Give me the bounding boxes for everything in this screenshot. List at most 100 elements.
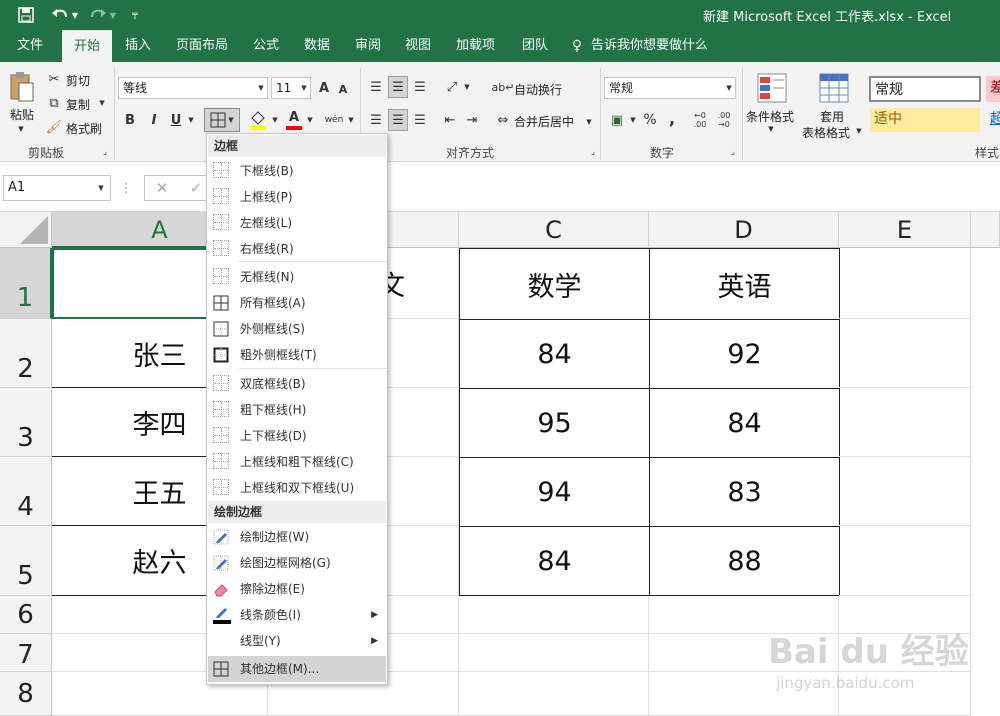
decrease-font-icon[interactable]: A	[336, 80, 350, 98]
phonetic-dropdown-icon[interactable]: ▼	[346, 114, 356, 126]
tab-data[interactable]: 数据	[304, 30, 330, 62]
cell-d5[interactable]: 88	[649, 526, 840, 596]
row-header-4[interactable]: 4	[0, 457, 52, 526]
align-left-icon[interactable]: ☰	[366, 109, 386, 131]
decrease-indent-icon[interactable]: ⇤	[440, 109, 460, 131]
menu-item-bottom-double-border[interactable]: 双底框线(B)	[208, 371, 386, 397]
cell-c3[interactable]: 95	[459, 388, 650, 458]
clipboard-launcher-icon[interactable]: ⌟	[100, 146, 110, 156]
style-neutral[interactable]: 适中	[870, 108, 980, 132]
increase-decimal-icon[interactable]: ←0.00	[690, 109, 710, 131]
save-icon[interactable]	[16, 5, 36, 25]
paste-dropdown-icon[interactable]: ▼	[16, 124, 26, 134]
menu-item-left-border[interactable]: 左框线(L)	[208, 210, 386, 236]
tab-page-layout[interactable]: 页面布局	[176, 30, 228, 62]
undo-dropdown-icon[interactable]: ▼	[70, 5, 80, 25]
fill-color-dropdown-icon[interactable]: ▼	[270, 114, 280, 126]
row-header-3[interactable]: 3	[0, 388, 52, 457]
format-as-table-label-2[interactable]: 表格格式	[802, 124, 850, 141]
paste-button[interactable]: 粘贴	[10, 106, 34, 123]
cell-c2[interactable]: 84	[459, 319, 650, 389]
conditional-format-icon[interactable]	[756, 72, 788, 104]
menu-item-outside-borders[interactable]: 外侧框线(S)	[208, 316, 386, 342]
number-format-select[interactable]: 常规	[604, 77, 736, 99]
tab-addins[interactable]: 加载项	[456, 30, 495, 62]
confirm-formula-icon[interactable]: ✓	[186, 178, 206, 198]
format-painter-button[interactable]: 格式刷	[66, 120, 102, 137]
copy-button[interactable]: 复制	[66, 96, 90, 113]
select-all-corner[interactable]	[0, 212, 52, 248]
menu-item-top-thick-bottom-border[interactable]: 上框线和粗下框线(C)	[208, 449, 386, 475]
row-header-7[interactable]: 7	[0, 634, 52, 672]
tab-view[interactable]: 视图	[405, 30, 431, 62]
font-name-select[interactable]: 等线	[118, 77, 268, 99]
cell-c1[interactable]: 数学	[459, 248, 650, 320]
column-header-d[interactable]: D	[649, 212, 839, 248]
percent-button[interactable]: %	[642, 109, 658, 131]
menu-item-thick-box-border[interactable]: 粗外侧框线(T)	[208, 342, 386, 368]
font-color-dropdown-icon[interactable]: ▼	[305, 114, 315, 126]
underline-button[interactable]: U	[168, 110, 184, 130]
cell-d3[interactable]: 84	[649, 388, 840, 458]
increase-indent-icon[interactable]: ⇥	[462, 109, 482, 131]
column-header-c[interactable]: C	[459, 212, 649, 248]
menu-item-draw-border[interactable]: 绘制边框(W)	[208, 524, 386, 550]
orientation-dropdown-icon[interactable]: ▼	[462, 81, 472, 93]
format-as-table-dropdown-icon[interactable]: ▼	[854, 126, 864, 136]
menu-item-top-double-bottom-border[interactable]: 上框线和双下框线(U)	[208, 475, 386, 501]
cell-e1[interactable]	[839, 248, 971, 319]
name-box-dropdown-icon[interactable]: ▼	[96, 181, 106, 195]
row-header-8[interactable]: 8	[0, 672, 52, 716]
row-header-2[interactable]: 2	[0, 319, 52, 388]
menu-item-all-borders[interactable]: 所有框线(A)	[208, 290, 386, 316]
bold-button[interactable]: B	[122, 110, 138, 130]
menu-item-more-borders[interactable]: 其他边框(M)...	[208, 656, 386, 682]
align-center-icon[interactable]: ☰	[388, 109, 408, 131]
row-header-1[interactable]: 1	[0, 248, 52, 319]
style-good[interactable]: 超	[986, 108, 1000, 132]
number-launcher-icon[interactable]: ⌟	[728, 146, 738, 156]
cell-e3[interactable]	[839, 388, 971, 457]
phonetic-icon[interactable]: wén	[324, 110, 344, 130]
tab-home[interactable]: 开始	[62, 30, 112, 62]
wrap-text-button[interactable]: 自动换行	[514, 81, 562, 98]
decrease-decimal-icon[interactable]: .00 →0	[714, 109, 734, 131]
merge-dropdown-icon[interactable]: ▼	[584, 116, 594, 128]
name-box[interactable]: A1	[3, 175, 111, 201]
alignment-launcher-icon[interactable]: ⌟	[588, 146, 598, 156]
align-middle-icon[interactable]: ☰	[388, 76, 408, 98]
cell-d1[interactable]: 英语	[649, 248, 840, 320]
tab-review[interactable]: 审阅	[355, 30, 381, 62]
align-right-icon[interactable]: ☰	[410, 109, 430, 131]
menu-item-thick-bottom-border[interactable]: 粗下框线(H)	[208, 397, 386, 423]
cancel-formula-icon[interactable]: ✕	[152, 178, 172, 198]
border-button[interactable]: ▼	[204, 108, 240, 132]
paste-icon[interactable]	[8, 70, 36, 104]
customize-qat-icon[interactable]: ╤	[128, 5, 142, 25]
column-header-e[interactable]: E	[839, 212, 971, 248]
style-bad[interactable]: 差	[986, 76, 1000, 102]
currency-dropdown-icon[interactable]: ▼	[628, 114, 638, 126]
format-as-table-label-1[interactable]: 套用	[820, 108, 844, 125]
tab-team[interactable]: 团队	[522, 30, 548, 62]
tab-file[interactable]: 文件	[17, 30, 43, 62]
cell-c7[interactable]	[459, 634, 649, 672]
currency-icon[interactable]: ▣	[606, 109, 628, 131]
menu-item-line-color[interactable]: 线条颜色(I) ▶	[208, 602, 386, 628]
menu-item-erase-border[interactable]: 擦除边框(E)	[208, 576, 386, 602]
menu-item-top-bottom-border[interactable]: 上下框线(D)	[208, 423, 386, 449]
style-normal[interactable]: 常规	[869, 76, 981, 102]
conditional-format-dropdown-icon[interactable]: ▼	[766, 124, 776, 134]
cell-e2[interactable]	[839, 319, 971, 388]
row-header-6[interactable]: 6	[0, 596, 52, 634]
redo-icon[interactable]	[88, 5, 108, 25]
align-bottom-icon[interactable]: ☰	[410, 76, 430, 98]
undo-icon[interactable]	[50, 5, 70, 25]
conditional-format-button[interactable]: 条件格式	[746, 108, 794, 125]
tab-formulas[interactable]: 公式	[253, 30, 279, 62]
cell-c5[interactable]: 84	[459, 526, 650, 596]
align-top-icon[interactable]: ☰	[366, 76, 386, 98]
font-size-dropdown-icon[interactable]: ▼	[299, 82, 309, 94]
menu-item-no-border[interactable]: 无框线(N)	[208, 264, 386, 290]
comma-button[interactable]: ,	[664, 107, 680, 129]
